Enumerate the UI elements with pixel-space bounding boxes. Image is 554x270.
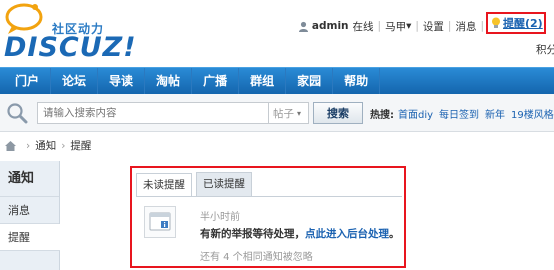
nav-groups[interactable]: 群组 [239,67,287,95]
hot-link[interactable]: 19楼风格 [511,106,554,121]
nav-collection[interactable]: 淘帖 [145,67,193,95]
site-logo[interactable]: 社区动力 DISCUZ! [2,2,136,64]
reminders-highlight: 提醒(2) [486,12,546,34]
notice-time: 半小时前 [200,212,240,223]
main-nav: 门户 论坛 导读 淘帖 广播 群组 家园 帮助 [0,67,554,95]
hot-label: 热搜: [370,110,394,121]
breadcrumb: › 通知 › 提醒 [4,138,91,153]
username-link[interactable]: admin [312,20,349,32]
tab-divider [136,196,402,197]
nav-broadcast[interactable]: 广播 [192,67,240,95]
divider: | [415,20,419,32]
nav-help[interactable]: 帮助 [333,67,381,95]
admin-process-link[interactable]: 点此进入后台处理 [305,228,389,240]
breadcrumb-separator: › [61,139,66,152]
notice-message: 有新的举报等待处理， [200,228,305,240]
divider: | [377,20,382,32]
divider: | [447,20,452,32]
notice-end: 。 [389,228,400,240]
search-button[interactable]: 搜索 [313,102,363,124]
settings-link[interactable]: 设置 [423,19,444,34]
search-type-value: 帖子 [273,107,294,120]
user-nav: admin 在线 | 马甲 ▾ | 设置 | 消息 | [298,17,488,35]
user-icon [298,21,308,32]
breadcrumb-separator: › [26,139,31,152]
nav-guide[interactable]: 导读 [98,67,146,95]
sidebar-title: 通知 [0,161,59,197]
divider: | [480,20,484,32]
nav-portal[interactable]: 门户 [4,67,52,95]
tab-unread[interactable]: 未读提醒 [136,173,192,197]
logo-bubble-icon [5,3,43,34]
breadcrumb-notices[interactable]: 通知 [35,138,56,153]
notice-text: 有新的举报等待处理，点此进入后台处理。 [200,226,400,241]
nav-forum[interactable]: 论坛 [51,67,99,95]
nav-home[interactable]: 家园 [286,67,334,95]
search-icon [7,103,28,124]
search-bar: 帖子 ▾ 搜索 热搜: 首面diy 每日签到 新年 19楼风格 [0,94,554,132]
sidebar-item-reminders[interactable]: 提醒 [0,224,60,251]
tab-read[interactable]: 已读提醒 [196,172,252,196]
hot-link[interactable]: 首面diy [398,106,433,121]
mode-caret[interactable]: ▾ [406,20,411,32]
notice-panel: 未读提醒 已读提醒 半小时前 有新的举报等待处理，点此进入后台处理。 还有 4 … [130,166,406,268]
messages-link[interactable]: 消息 [455,19,476,34]
search-type-select[interactable]: 帖子 ▾ [269,102,309,124]
chevron-down-icon: ▾ [297,108,302,118]
search-input[interactable] [37,102,269,124]
sidebar: 通知 消息 提醒 [0,161,60,270]
hot-link[interactable]: 每日签到 [439,106,479,121]
bulb-icon [492,17,500,28]
mode-menu[interactable]: 马甲 [385,19,406,34]
hot-link[interactable]: 新年 [485,106,505,121]
breadcrumb-reminders: 提醒 [70,140,92,152]
ignored-count: 还有 4 个相同通知被忽略 [200,252,313,263]
sidebar-item-messages[interactable]: 消息 [0,197,59,224]
online-status: 在线 [352,20,374,33]
notice-tabs: 未读提醒 已读提醒 [136,172,256,197]
points-link[interactable]: 积分 [536,42,554,57]
logo-wordmark: DISCUZ! [4,32,137,63]
home-icon[interactable] [4,140,17,152]
hot-searches: 热搜: 首面diy 每日签到 新年 19楼风格 [370,106,554,121]
system-notice-icon [144,206,176,238]
reminders-link[interactable]: 提醒(2) [503,15,543,31]
